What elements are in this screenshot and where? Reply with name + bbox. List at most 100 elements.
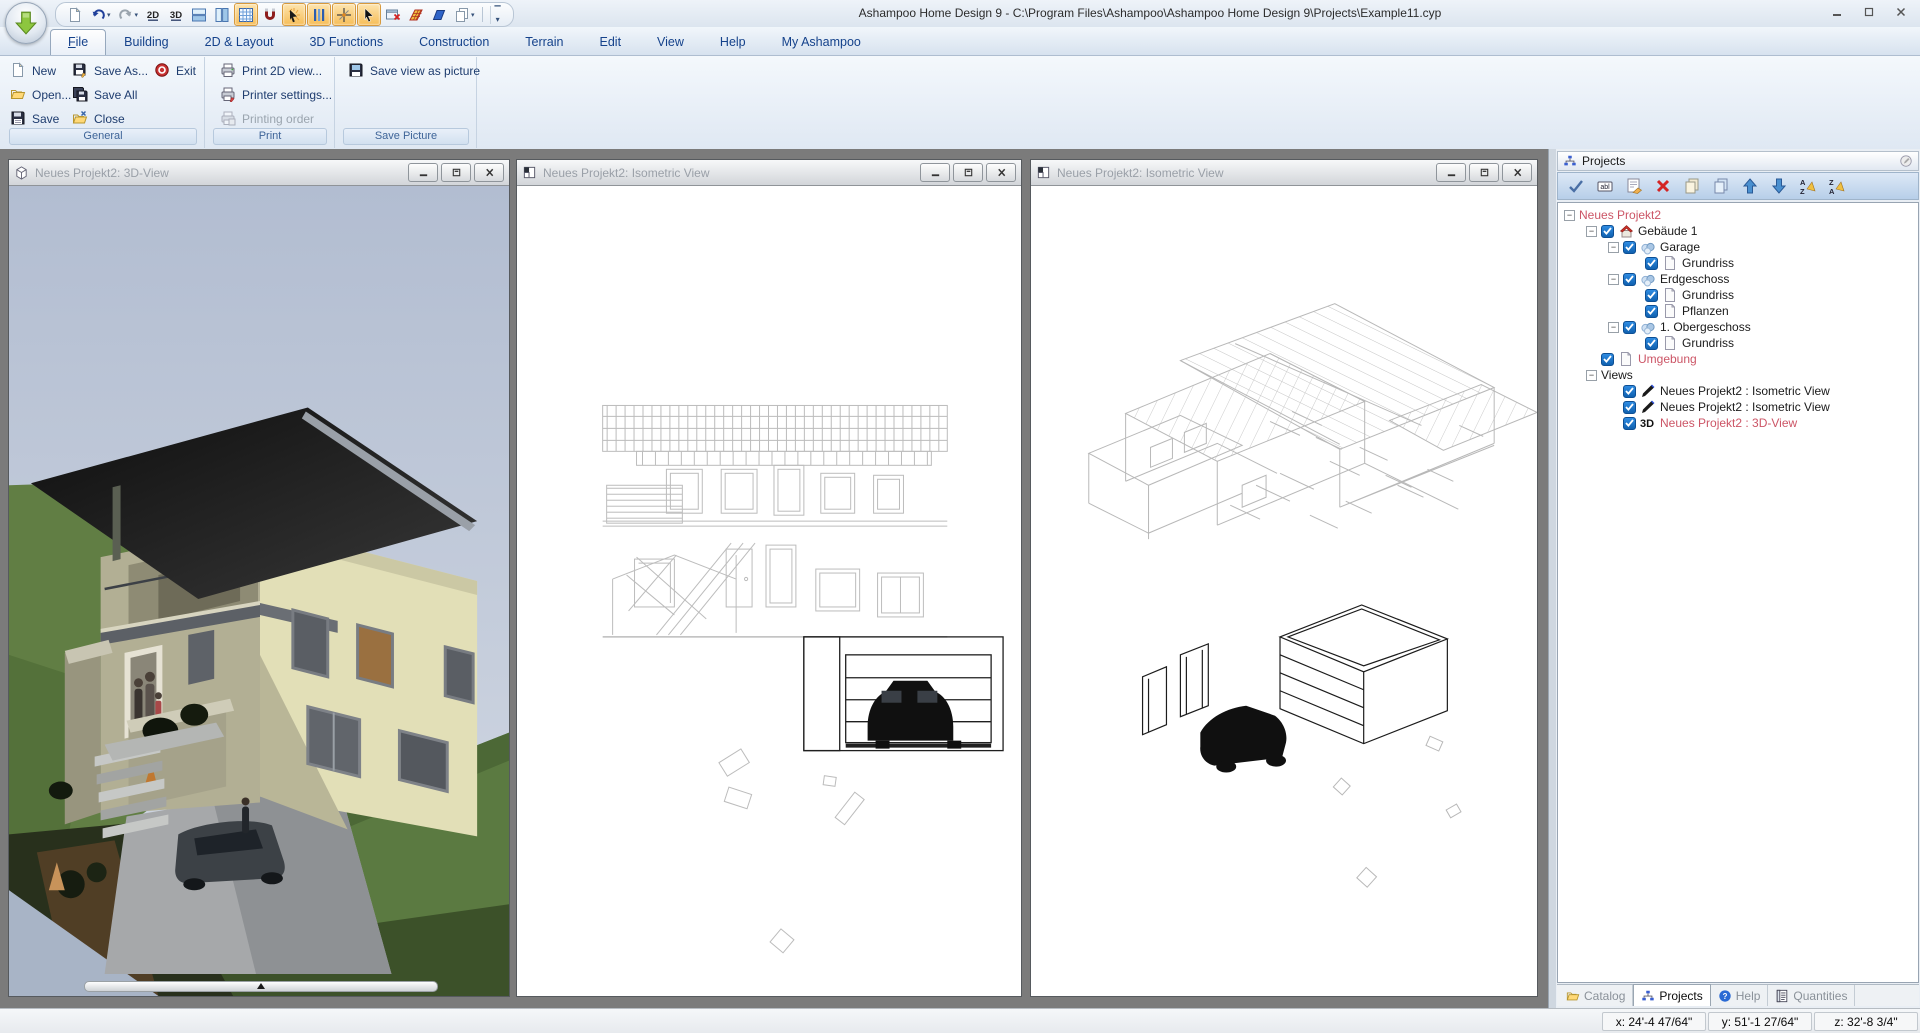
- tree-row[interactable]: Neues Projekt2 : Isometric View: [1558, 383, 1918, 399]
- minimize-button[interactable]: [1822, 2, 1852, 22]
- tree-checkbox[interactable]: [1623, 385, 1636, 398]
- tree-expander-icon[interactable]: −: [1608, 322, 1619, 333]
- split-vertical-icon[interactable]: [211, 4, 233, 25]
- tree-row[interactable]: 3DNeues Projekt2 : 3D-View: [1558, 415, 1918, 431]
- panel-tab-catalog[interactable]: Catalog: [1559, 985, 1633, 1006]
- tree-item-label[interactable]: Gebäude 1: [1638, 224, 1703, 238]
- tree-row[interactable]: −Garage: [1558, 239, 1918, 255]
- child-close-button[interactable]: [474, 163, 504, 182]
- tree-item-label[interactable]: Neues Projekt2: [1579, 208, 1667, 222]
- pointer-icon[interactable]: [357, 3, 381, 26]
- tree-row[interactable]: − Gebäude 1: [1558, 223, 1918, 239]
- close-button[interactable]: [1886, 2, 1916, 22]
- pin-icon[interactable]: [1899, 154, 1913, 168]
- view-3d-icon[interactable]: 3D: [165, 4, 187, 25]
- tree-item-label[interactable]: Neues Projekt2 : Isometric View: [1660, 384, 1836, 398]
- tree-row[interactable]: Grundriss: [1558, 287, 1918, 303]
- ribbon-tab-2d-layout[interactable]: 2D & Layout: [187, 29, 292, 55]
- grid-icon[interactable]: [234, 3, 258, 26]
- reference-axes-icon[interactable]: [332, 3, 356, 26]
- child-minimize-button[interactable]: [408, 163, 438, 182]
- sort-descending-icon[interactable]: ZA: [1823, 174, 1850, 198]
- properties-icon[interactable]: [1620, 174, 1647, 198]
- panel-tab-projects[interactable]: Projects: [1633, 984, 1710, 1006]
- tree-item-label[interactable]: Views: [1601, 368, 1639, 382]
- tree-checkbox[interactable]: [1601, 225, 1614, 238]
- menu-item-save-all[interactable]: Save All: [68, 83, 152, 107]
- redo-icon[interactable]: ▾: [115, 4, 142, 25]
- undo-icon[interactable]: ▾: [87, 4, 114, 25]
- move-up-icon[interactable]: [1736, 174, 1763, 198]
- apply-check-icon[interactable]: [1562, 174, 1589, 198]
- ribbon-tab-terrain[interactable]: Terrain: [507, 29, 581, 55]
- menu-item-print-2d-view[interactable]: Print 2D view...: [216, 59, 336, 83]
- select-rays-icon[interactable]: [282, 3, 306, 26]
- tree-expander-icon[interactable]: −: [1586, 370, 1597, 381]
- move-down-icon[interactable]: [1765, 174, 1792, 198]
- tree-row[interactable]: − Erdgeschoss: [1558, 271, 1918, 287]
- tree-row[interactable]: −Views: [1558, 367, 1918, 383]
- ribbon-tab-my-ashampoo[interactable]: My Ashampoo: [764, 29, 879, 55]
- tree-item-label[interactable]: 1. Obergeschoss: [1660, 320, 1757, 334]
- tree-expander-icon[interactable]: −: [1564, 210, 1575, 221]
- tree-item-label[interactable]: Grundriss: [1682, 288, 1740, 302]
- ribbon-tab-edit[interactable]: Edit: [582, 29, 640, 55]
- view-canvas-3d[interactable]: [9, 186, 509, 996]
- tree-checkbox[interactable]: [1645, 337, 1658, 350]
- tree-row[interactable]: Umgebung: [1558, 351, 1918, 367]
- panel-tab-quantities[interactable]: Quantities: [1768, 985, 1855, 1006]
- menu-item-save-view-as-picture[interactable]: Save view as picture: [344, 59, 484, 83]
- rename-icon[interactable]: abl: [1591, 174, 1618, 198]
- menu-item-open[interactable]: Open...: [6, 83, 75, 107]
- tree-expander-icon[interactable]: −: [1586, 226, 1597, 237]
- parallel-guides-icon[interactable]: [307, 3, 331, 26]
- child-restore-button[interactable]: [1469, 163, 1499, 182]
- split-horizontal-icon[interactable]: [188, 4, 210, 25]
- tree-item-label[interactable]: Erdgeschoss: [1660, 272, 1735, 286]
- panel-tab-help[interactable]: ?Help: [1711, 985, 1769, 1006]
- ribbon-tab-help[interactable]: Help: [702, 29, 764, 55]
- menu-item-new[interactable]: New: [6, 59, 75, 83]
- child-restore-button[interactable]: [953, 163, 983, 182]
- tree-expander-icon[interactable]: −: [1608, 242, 1619, 253]
- view-rotation-slider[interactable]: [84, 981, 438, 992]
- ribbon-tab-file[interactable]: File: [50, 29, 106, 55]
- tree-item-label[interactable]: Neues Projekt2 : Isometric View: [1660, 400, 1836, 414]
- child-close-button[interactable]: [986, 163, 1016, 182]
- app-logo-button[interactable]: [5, 2, 47, 44]
- tree-item-label[interactable]: Pflanzen: [1682, 304, 1735, 318]
- ribbon-tab-3d-functions[interactable]: 3D Functions: [291, 29, 401, 55]
- copy-icon[interactable]: [1678, 174, 1705, 198]
- tree-row[interactable]: Grundriss: [1558, 335, 1918, 351]
- delete-view-icon[interactable]: [382, 4, 404, 25]
- ribbon-tab-construction[interactable]: Construction: [401, 29, 507, 55]
- magnet-snap-icon[interactable]: [259, 4, 281, 25]
- tree-row[interactable]: − 1. Obergeschoss: [1558, 319, 1918, 335]
- tree-checkbox[interactable]: [1645, 289, 1658, 302]
- view-canvas-isometric-2[interactable]: [1031, 186, 1537, 996]
- ribbon-tab-building[interactable]: Building: [106, 29, 186, 55]
- child-close-button[interactable]: [1502, 163, 1532, 182]
- tree-row[interactable]: Grundriss: [1558, 255, 1918, 271]
- child-window-titlebar[interactable]: Neues Projekt2: Isometric View: [1031, 160, 1537, 186]
- view-canvas-isometric-1[interactable]: [517, 186, 1021, 996]
- child-minimize-button[interactable]: [920, 163, 950, 182]
- tree-checkbox[interactable]: [1623, 273, 1636, 286]
- tree-checkbox[interactable]: [1623, 417, 1636, 430]
- tree-row[interactable]: −Neues Projekt2: [1558, 207, 1918, 223]
- tree-item-label[interactable]: Grundriss: [1682, 256, 1740, 270]
- paste-icon[interactable]: [1707, 174, 1734, 198]
- tree-checkbox[interactable]: [1645, 305, 1658, 318]
- parallelogram-icon[interactable]: [428, 4, 450, 25]
- tree-checkbox[interactable]: [1623, 401, 1636, 414]
- delete-icon[interactable]: [1649, 174, 1676, 198]
- tree-row[interactable]: Pflanzen: [1558, 303, 1918, 319]
- copy-pages-icon[interactable]: ▾: [451, 4, 478, 25]
- maximize-button[interactable]: [1854, 2, 1884, 22]
- tree-item-label[interactable]: Umgebung: [1638, 352, 1703, 366]
- tree-expander-icon[interactable]: −: [1608, 274, 1619, 285]
- tree-checkbox[interactable]: [1601, 353, 1614, 366]
- child-restore-button[interactable]: [441, 163, 471, 182]
- sort-ascending-icon[interactable]: AZ: [1794, 174, 1821, 198]
- roof-texture-icon[interactable]: [405, 4, 427, 25]
